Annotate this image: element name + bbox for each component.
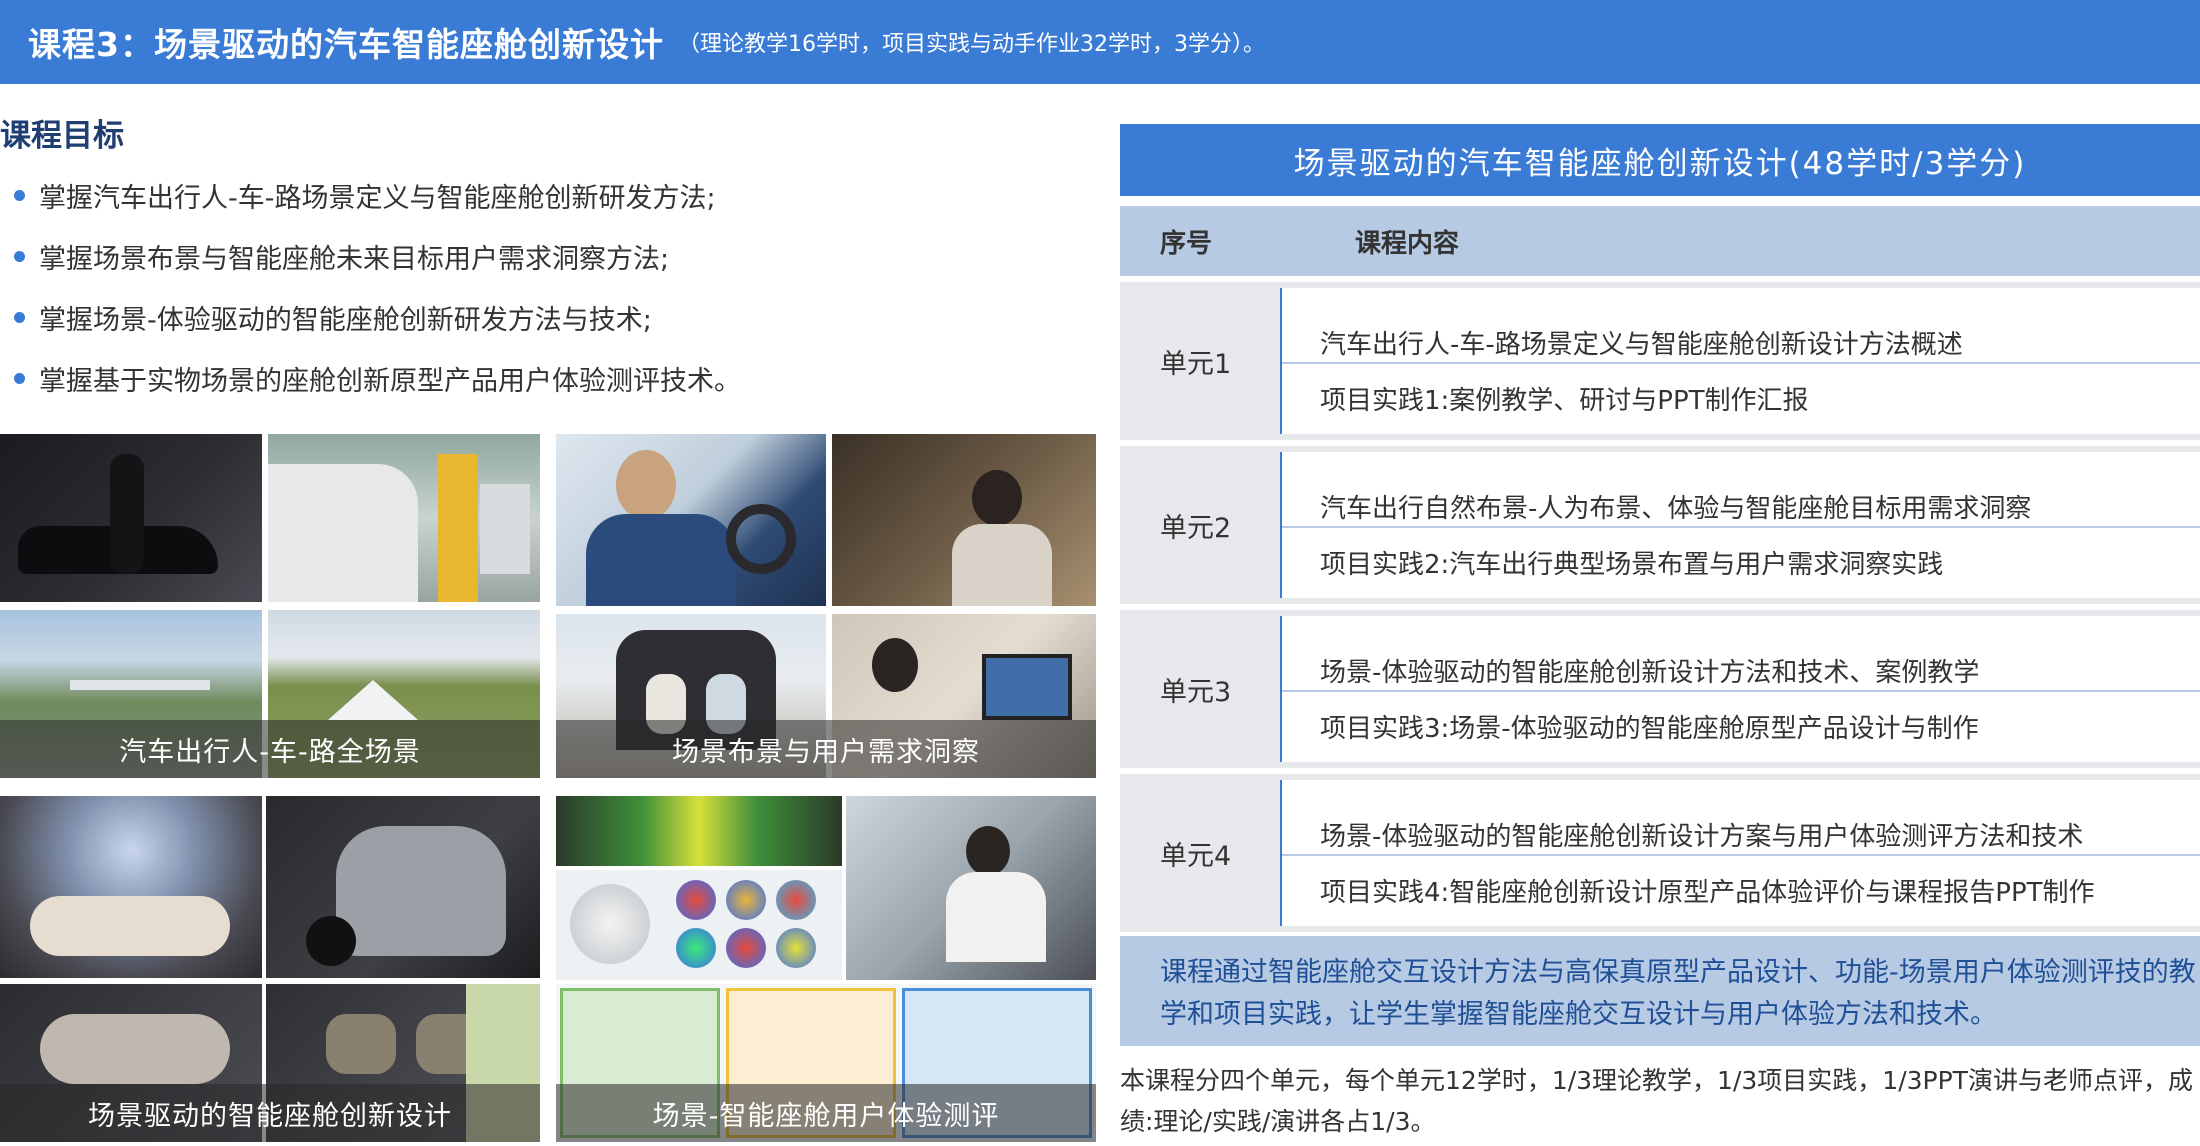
goal-item: 掌握场景-体验驱动的智能座舱创新研发方法与技术; [14,298,741,359]
unit-theory: 场景-体验驱动的智能座舱创新设计方法和技术、案例教学 [1320,658,1980,688]
goal-item: 掌握场景布景与智能座舱未来目标用户需求洞察方法; [14,237,741,298]
photo-parking-payment [268,434,540,602]
table-title: 场景驱动的汽车智能座舱创新设计(48学时/3学分) [1120,124,2200,196]
photo-car-chauffeur [0,434,262,602]
course-summary: 课程通过智能座舱交互设计方法与高保真原型产品设计、功能-场景用户体验测评技的教学… [1120,936,2200,1046]
photo-caption: 场景-智能座舱用户体验测评 [556,1084,1096,1142]
divider [1282,690,2200,692]
goal-item: 掌握汽车出行人-车-路场景定义与智能座舱创新研发方法; [14,176,741,237]
course-banner: 课程3：场景驱动的汽车智能座舱创新设计 （理论教学16学时，项目实践与动手作业3… [0,0,2200,84]
divider [1282,526,2200,528]
photo-passenger-interior [832,434,1096,606]
course-title: 课程3：场景驱动的汽车智能座舱创新设计 [28,25,664,64]
goals-list: 掌握汽车出行人-车-路场景定义与智能座舱创新研发方法; 掌握场景布景与智能座舱未… [14,176,741,420]
bullet-icon [14,373,25,384]
divider [1282,854,2200,856]
column-header-content: 课程内容 [1355,228,1460,259]
photo-eeg-brain-maps [556,870,842,980]
unit-theory: 汽车出行人-车-路场景定义与智能座舱创新设计方法概述 [1320,330,1963,360]
photo-driver-portrait [556,434,826,606]
bullet-icon [14,190,25,201]
goals-title: 课程目标 [0,118,124,154]
photo-group-user-insight: 场景布景与用户需求洞察 [556,434,1096,778]
photo-concept-vehicle [266,796,540,978]
photo-eye-tracking-heatmap [556,796,842,866]
unit-practice: 项目实践3:场景-体验驱动的智能座舱原型产品设计与制作 [1320,714,1979,744]
table-header-row: 序号 课程内容 [1120,206,2200,276]
course-note: 本课程分四个单元，每个单元12学时，1/3理论教学，1/3项目实践，1/3PPT… [1120,1066,2193,1136]
table-row: 单元1 汽车出行人-车-路场景定义与智能座舱创新设计方法概述 项目实践1:案例教… [1120,282,2200,440]
unit-label: 单元1 [1160,348,1232,380]
unit-practice: 项目实践4:智能座舱创新设计原型产品体验评价与课程报告PPT制作 [1320,878,2095,908]
photo-group-ux-evaluation: 场景-智能座舱用户体验测评 [556,796,1096,1142]
goal-item: 掌握基于实物场景的座舱创新原型产品用户体验测评技术。 [14,359,741,420]
photo-concept-cabin [0,796,262,978]
unit-label: 单元3 [1160,676,1232,708]
table-row: 单元4 场景-体验驱动的智能座舱创新设计方案与用户体验测评方法和技术 项目实践4… [1120,774,2200,932]
divider [1282,362,2200,364]
photo-caption: 场景布景与用户需求洞察 [556,720,1096,778]
unit-practice: 项目实践2:汽车出行典型场景布置与用户需求洞察实践 [1320,550,1944,580]
unit-label: 单元2 [1160,512,1232,544]
table-row: 单元2 汽车出行自然布景-人为布景、体验与智能座舱目标用需求洞察 项目实践2:汽… [1120,446,2200,604]
photo-in-car-test [846,796,1096,980]
unit-theory: 场景-体验驱动的智能座舱创新设计方案与用户体验测评方法和技术 [1320,822,2084,852]
bullet-icon [14,312,25,323]
unit-theory: 汽车出行自然布景-人为布景、体验与智能座舱目标用需求洞察 [1320,494,2032,524]
photo-caption: 汽车出行人-车-路全场景 [0,720,540,778]
table-row: 单元3 场景-体验驱动的智能座舱创新设计方法和技术、案例教学 项目实践3:场景-… [1120,610,2200,768]
photo-group-mobility-scenes: 汽车出行人-车-路全场景 [0,434,540,778]
unit-practice: 项目实践1:案例教学、研讨与PPT制作汇报 [1320,386,1809,416]
photo-caption: 场景驱动的智能座舱创新设计 [0,1084,540,1142]
photo-group-cockpit-design: 场景驱动的智能座舱创新设计 [0,796,540,1142]
course-subtitle: （理论教学16学时，项目实践与动手作业32学时，3学分）。 [677,32,1265,57]
column-header-no: 序号 [1160,228,1213,259]
unit-label: 单元4 [1160,840,1232,872]
bullet-icon [14,251,25,262]
